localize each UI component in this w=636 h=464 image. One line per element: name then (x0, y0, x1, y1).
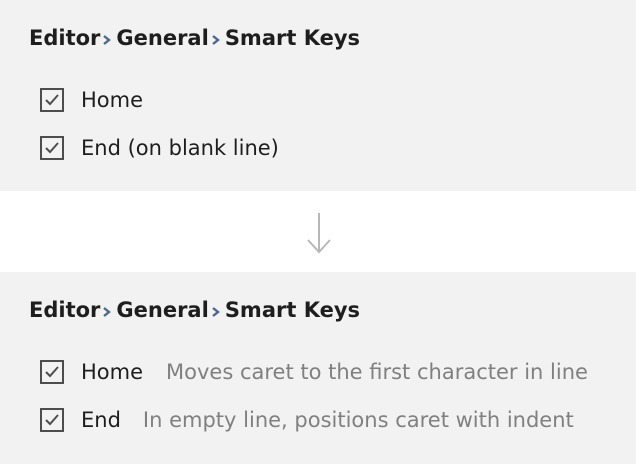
settings-panel-before: Editor General Smart Keys Home End (on b… (0, 0, 636, 191)
home-label: Home (81, 88, 144, 112)
option-end[interactable]: End (on blank line) (40, 136, 279, 160)
end-checkbox[interactable] (40, 136, 64, 160)
home-label: Home (81, 360, 144, 384)
option-home[interactable]: Home (40, 88, 143, 112)
chevron-right-icon (100, 28, 114, 48)
home-checkbox[interactable] (40, 88, 64, 112)
end-description: In empty line, positions caret with inde… (142, 408, 574, 432)
transition-area (0, 191, 636, 272)
option-home[interactable]: Home Moves caret to the first character … (40, 360, 588, 384)
breadcrumb: Editor General Smart Keys (29, 298, 360, 322)
chevron-right-icon (209, 28, 223, 48)
end-checkbox[interactable] (40, 408, 64, 432)
breadcrumb: Editor General Smart Keys (29, 26, 360, 50)
checkmark-icon (45, 142, 59, 154)
arrow-down-icon (307, 213, 331, 254)
breadcrumb-item-general[interactable]: General (116, 298, 208, 322)
home-description: Moves caret to the first character in li… (166, 360, 588, 384)
breadcrumb-item-editor[interactable]: Editor (29, 26, 100, 50)
breadcrumb-item-general[interactable]: General (116, 26, 208, 50)
chevron-right-icon (100, 300, 114, 320)
settings-panel-after: Editor General Smart Keys Home Moves car… (0, 272, 636, 464)
end-label: End (81, 408, 121, 432)
breadcrumb-item-editor[interactable]: Editor (29, 298, 100, 322)
checkmark-icon (45, 366, 59, 378)
checkmark-icon (45, 414, 59, 426)
home-checkbox[interactable] (40, 360, 64, 384)
checkmark-icon (45, 94, 59, 106)
chevron-right-icon (209, 300, 223, 320)
option-end[interactable]: End In empty line, positions caret with … (40, 408, 574, 432)
breadcrumb-item-smart-keys: Smart Keys (224, 298, 361, 322)
breadcrumb-item-smart-keys: Smart Keys (224, 26, 361, 50)
end-label: End (on blank line) (81, 136, 279, 160)
